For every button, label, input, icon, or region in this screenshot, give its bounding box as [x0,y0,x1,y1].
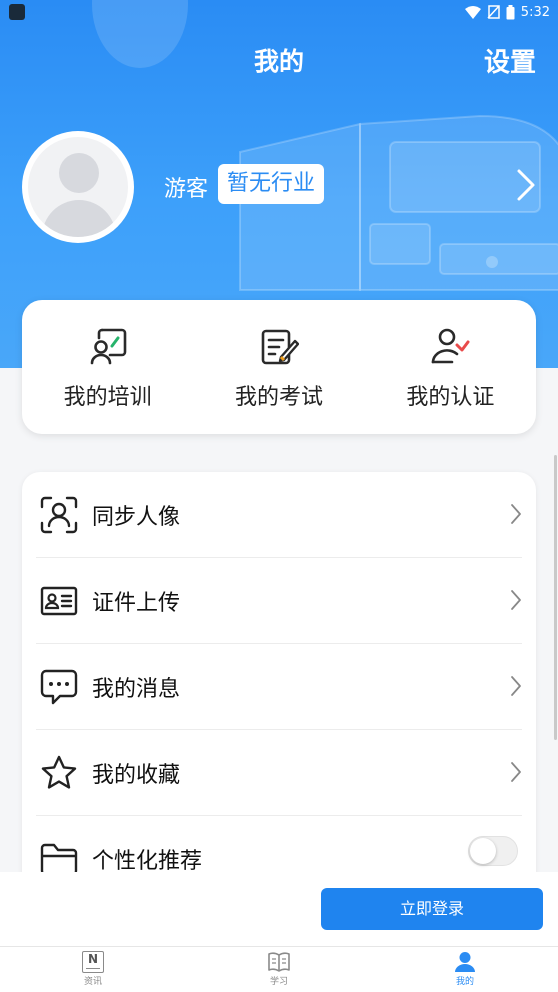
chevron-right-icon [511,504,521,524]
chevron-right-icon [511,590,521,610]
default-avatar-icon [28,137,128,237]
tab-mine[interactable]: 我的 [372,947,558,992]
my-certification-button[interactable]: 我的认证 [365,300,536,434]
id-card-icon [40,586,78,615]
login-button[interactable]: 立即登录 [321,888,543,930]
face-scan-icon [40,496,78,533]
book-icon [268,952,290,972]
wifi-icon [464,5,481,19]
avatar[interactable] [22,131,134,243]
toggle-knob [470,838,496,864]
tab-label: 资讯 [83,977,102,987]
menu-item-my-messages[interactable]: 我的消息 [36,644,522,730]
menu-item-my-favorites[interactable]: 我的收藏 [36,730,522,816]
chevron-right-icon [511,762,521,782]
person-icon [455,952,475,972]
certification-icon [432,328,470,364]
industry-badge: 暂无行业 [218,164,325,204]
tab-study[interactable]: 学习 [186,947,372,992]
menu-list: 同步人像 证件上传 我的消息 我的收藏 个性化推荐 [22,472,536,892]
battery-icon [506,4,515,19]
username: 游客 [164,177,209,202]
tab-label: 我的 [455,977,474,987]
exam-icon [261,329,299,365]
quick-item-label: 我的认证 [406,385,495,410]
menu-item-label: 个性化推荐 [92,849,203,874]
menu-item-label: 同步人像 [92,504,181,530]
news-icon: N [82,951,104,973]
tab-label: 学习 [269,977,288,987]
menu-item-label: 我的消息 [92,676,181,702]
tab-news[interactable]: N 资讯 [0,947,186,992]
menu-item-id-upload[interactable]: 证件上传 [36,558,522,644]
training-icon [90,328,126,365]
page-title: 我的 [253,47,304,76]
star-icon [41,755,77,789]
status-time: 5:32 [520,4,550,20]
quick-actions-card: 我的培训 我的考试 我的认证 [22,300,536,434]
chevron-right-icon[interactable] [516,168,536,202]
no-signal-icon [487,5,500,19]
truck-illustration [239,114,558,291]
message-icon [40,669,78,704]
menu-item-label: 我的收藏 [92,762,181,788]
menu-item-label: 证件上传 [92,590,181,616]
personalized-recommendation-toggle[interactable] [468,836,518,866]
menu-item-sync-portrait[interactable]: 同步人像 [36,472,522,558]
status-bar: 5:32 [0,0,558,24]
quick-item-label: 我的培训 [63,385,152,410]
bottom-tab-bar: N 资讯 学习 我的 [0,946,558,992]
notification-icon [9,4,25,20]
quick-item-label: 我的考试 [234,385,323,410]
my-exam-button[interactable]: 我的考试 [193,300,364,434]
chevron-right-icon [511,676,521,696]
settings-button[interactable]: 设置 [484,42,536,79]
scrollbar[interactable] [554,455,557,740]
my-training-button[interactable]: 我的培训 [22,300,193,434]
login-bar: 立即登录 [0,872,558,946]
